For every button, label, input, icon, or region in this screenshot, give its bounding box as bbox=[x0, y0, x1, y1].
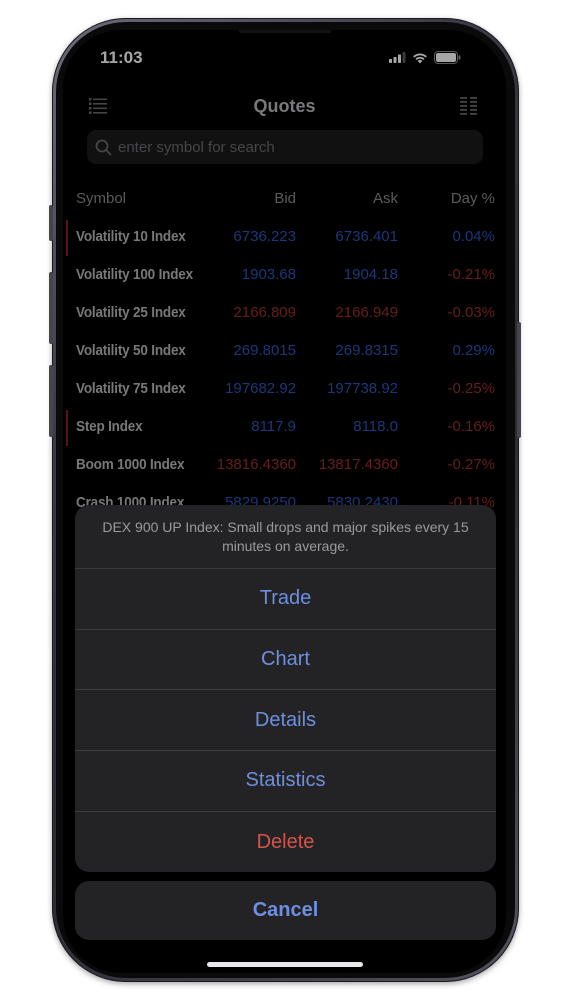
power-button bbox=[517, 322, 521, 438]
trade-button[interactable]: Trade bbox=[75, 569, 496, 630]
volume-down-button bbox=[49, 365, 53, 437]
statistics-button[interactable]: Statistics bbox=[75, 751, 496, 812]
action-sheet-message: DEX 900 UP Index: Small drops and major … bbox=[75, 505, 496, 569]
delete-button[interactable]: Delete bbox=[75, 812, 496, 872]
home-indicator[interactable] bbox=[207, 962, 363, 967]
action-button bbox=[49, 205, 53, 241]
action-sheet: DEX 900 UP Index: Small drops and major … bbox=[75, 505, 496, 872]
screen: 11:03 Quotes enter symbol for search Sym… bbox=[63, 30, 506, 973]
cancel-button[interactable]: Cancel bbox=[75, 881, 496, 940]
chart-button[interactable]: Chart bbox=[75, 630, 496, 691]
volume-up-button bbox=[49, 272, 53, 344]
details-button[interactable]: Details bbox=[75, 690, 496, 752]
